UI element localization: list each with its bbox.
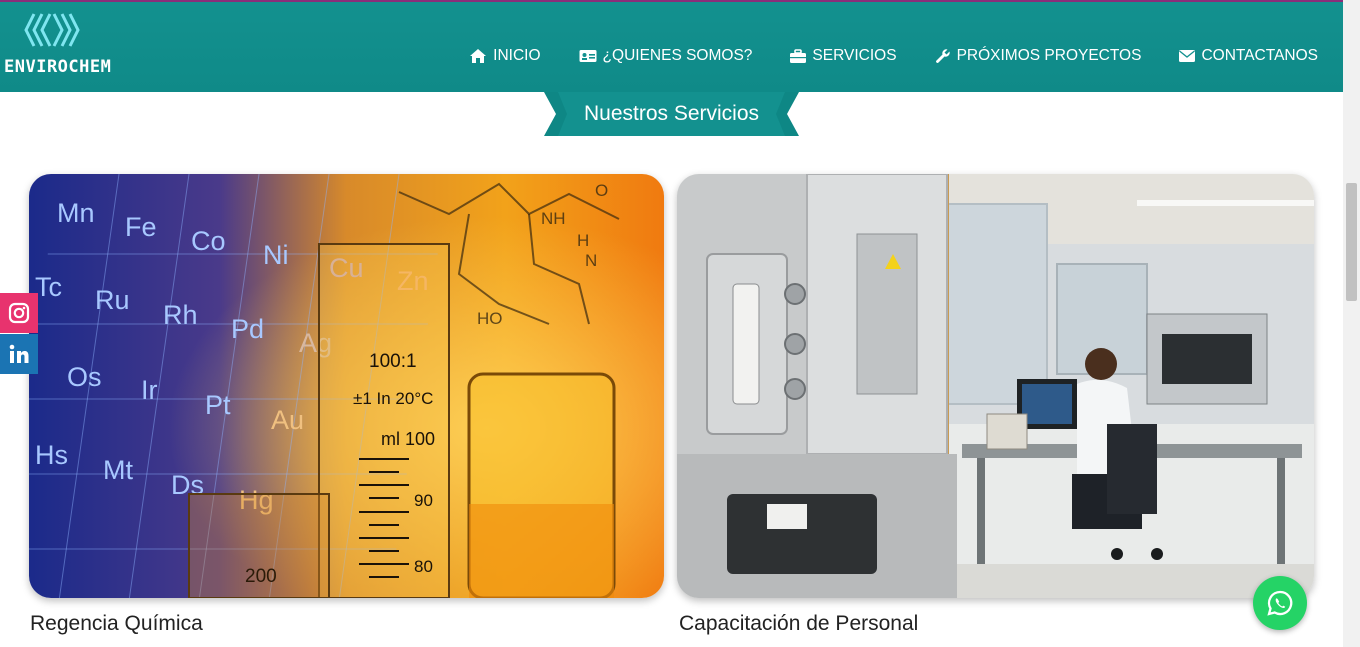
element-symbol: Pt — [205, 390, 231, 420]
molecule-label: NH — [541, 209, 566, 228]
main-nav: INICIO ¿QUIENES SOMOS? SERVICIOS PRÓXIMO… — [431, 47, 1318, 65]
cylinder-label: 100:1 — [369, 351, 417, 372]
service-card-regencia-quimica[interactable]: Mn Fe Co Ni Cu Zn Tc Ru Rh Pd Ag Os Ir P… — [29, 174, 664, 598]
molecule-label: HO — [477, 309, 503, 328]
cylinder-label: 80 — [414, 557, 433, 576]
site-header: ENVIROCHEM INICIO ¿QUIENES SOMOS? SERVIC… — [0, 2, 1343, 92]
element-symbol: Pd — [231, 314, 264, 344]
element-symbol: Mn — [57, 198, 95, 228]
nav-item-servicios[interactable]: SERVICIOS — [790, 47, 897, 65]
briefcase-icon — [790, 48, 807, 63]
section-title: Nuestros Servicios — [583, 102, 760, 125]
id-card-icon — [579, 50, 597, 62]
molecule-label: H — [577, 231, 589, 250]
section-title-banner: Nuestros Servicios — [544, 92, 799, 136]
element-symbol: Co — [191, 226, 226, 256]
service-card-capacitacion-personal[interactable] — [677, 174, 1314, 598]
home-icon — [470, 49, 487, 63]
element-symbol: Rh — [163, 300, 198, 330]
service-title[interactable]: Capacitación de Personal — [679, 612, 918, 636]
whatsapp-button[interactable] — [1253, 576, 1307, 630]
service-title[interactable]: Regencia Química — [30, 612, 203, 636]
nav-item-label: CONTACTANOS — [1201, 47, 1318, 64]
nav-item-contactanos[interactable]: CONTACTANOS — [1179, 47, 1318, 65]
cylinder-label: 90 — [414, 491, 433, 510]
nav-item-label: PRÓXIMOS PROYECTOS — [956, 47, 1142, 64]
page-scrollbar[interactable] — [1343, 0, 1360, 647]
nav-item-quienes-somos[interactable]: ¿QUIENES SOMOS? — [579, 47, 753, 65]
element-symbol: Tc — [35, 272, 62, 302]
element-symbol: Ni — [263, 240, 289, 270]
envelope-icon — [1179, 50, 1196, 62]
nav-item-label: ¿QUIENES SOMOS? — [602, 47, 753, 64]
linkedin-icon — [9, 344, 29, 363]
brand-name: ENVIROCHEM — [4, 57, 112, 77]
nav-item-label: SERVICIOS — [812, 47, 897, 64]
laboratory-image — [677, 174, 1314, 598]
scrollbar-thumb[interactable] — [1346, 183, 1357, 301]
element-symbol: Mt — [103, 455, 133, 485]
cylinder-label: ±1 In 20°C — [353, 389, 433, 408]
cylinder-label: ml 100 — [381, 429, 435, 449]
instagram-button[interactable] — [0, 293, 38, 333]
wave-chevron-logo-icon — [24, 13, 80, 47]
element-symbol: Ru — [95, 285, 130, 315]
nav-item-proximos-proyectos[interactable]: PRÓXIMOS PROYECTOS — [935, 47, 1142, 65]
element-symbol: Au — [271, 405, 304, 435]
whatsapp-icon — [1267, 590, 1293, 616]
molecule-label: N — [585, 251, 597, 270]
element-symbol: Fe — [125, 212, 157, 242]
chemistry-image: Mn Fe Co Ni Cu Zn Tc Ru Rh Pd Ag Os Ir P… — [29, 174, 664, 598]
nav-item-inicio[interactable]: INICIO — [469, 47, 541, 65]
nav-item-label: INICIO — [493, 47, 541, 64]
instagram-icon — [8, 302, 30, 324]
element-symbol: Ir — [141, 375, 158, 405]
wrench-icon — [935, 49, 950, 63]
brand-logo[interactable]: ENVIROCHEM — [4, 10, 116, 80]
linkedin-button[interactable] — [0, 334, 38, 374]
beaker-label: 200 — [245, 566, 277, 587]
molecule-label: O — [595, 181, 608, 200]
element-symbol: Hs — [35, 440, 68, 470]
element-symbol: Os — [67, 362, 102, 392]
